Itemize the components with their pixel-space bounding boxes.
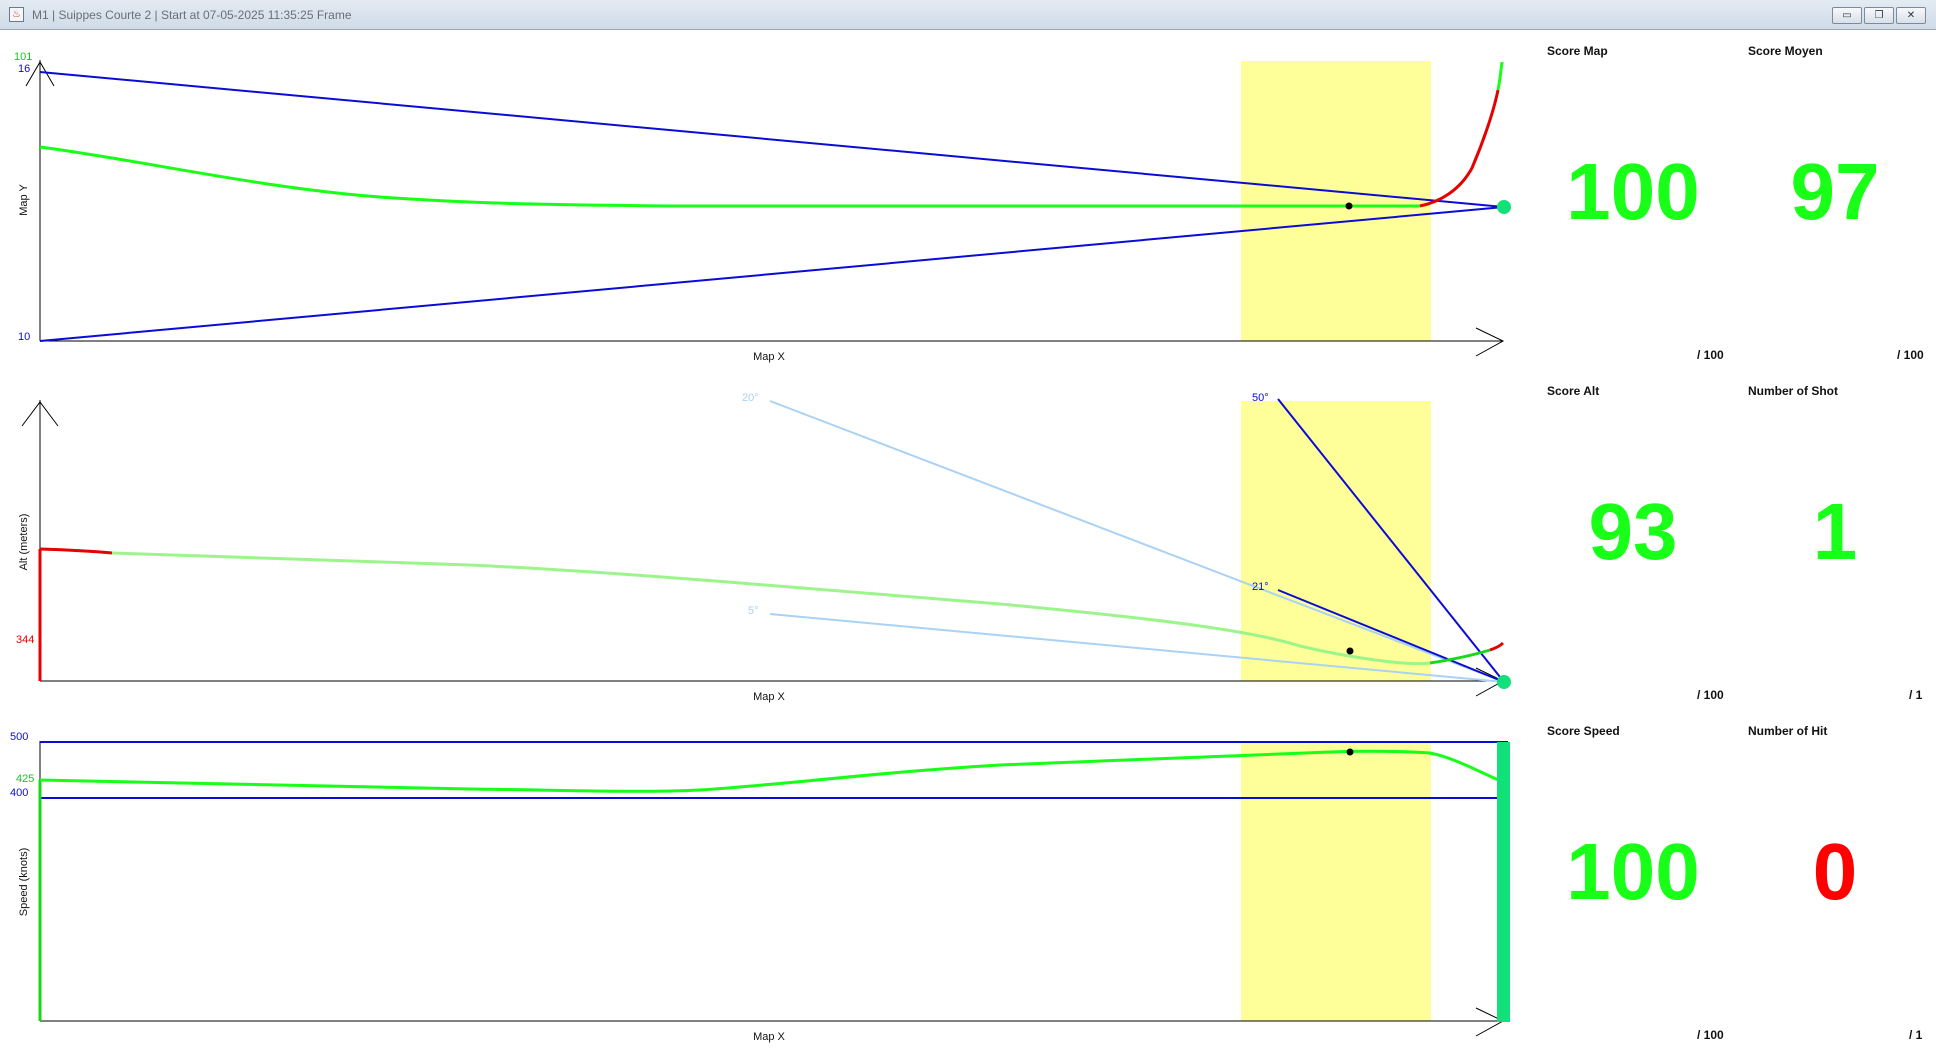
score-moyen-max: / 100 — [1897, 348, 1924, 362]
speed-x-axis-label: Map X — [753, 1031, 785, 1043]
speed-window-zone — [1241, 741, 1431, 1021]
alt-angle-label-21: 21° — [1252, 581, 1269, 593]
map-plot: 101 16 10 Map Y Map X — [14, 51, 1511, 363]
map-window-zone — [1241, 61, 1431, 341]
speed-current-label: 425 — [16, 773, 34, 785]
score-moyen-value: 97 — [1790, 147, 1880, 236]
number-of-hit-value: 0 — [1812, 827, 1858, 916]
score-alt-title: Score Alt — [1547, 384, 1600, 398]
map-x-axis-label: Map X — [753, 351, 785, 363]
map-y-top-label: 101 — [14, 51, 32, 63]
close-icon: ✕ — [1906, 10, 1916, 21]
speed-target-bar — [1497, 742, 1510, 1022]
alt-trajectory-past — [111, 551, 1431, 666]
score-speed-value: 100 — [1566, 827, 1700, 916]
close-button[interactable]: ✕ — [1896, 7, 1926, 24]
window-titlebar: ♨ M1 | Suippes Courte 2 | Start at 07-05… — [0, 0, 1936, 30]
speed-lower-limit-label: 400 — [10, 787, 28, 799]
score-speed-title: Score Speed — [1547, 724, 1620, 738]
number-of-shot-title: Number of Shot — [1748, 384, 1838, 398]
map-trajectory-bad — [1419, 89, 1500, 208]
alt-angle-label-50: 50° — [1252, 392, 1269, 404]
speed-aircraft-marker — [1346, 748, 1354, 756]
restore-button[interactable]: ❐ — [1864, 7, 1894, 24]
alt-aircraft-marker — [1346, 647, 1354, 655]
alt-angle-label-5: 5° — [748, 605, 759, 617]
alt-target-dot — [1497, 675, 1511, 689]
minimize-icon: ▭ — [1842, 10, 1852, 21]
alt-y-axis-label: Alt (meters) — [18, 514, 30, 571]
score-moyen-title: Score Moyen — [1748, 44, 1823, 58]
map-target-dot — [1497, 200, 1511, 214]
minimize-button[interactable]: ▭ — [1832, 7, 1862, 24]
speed-plot: 500 425 400 Speed (knots) Map X — [10, 731, 1510, 1043]
number-of-shot-max: / 1 — [1909, 688, 1923, 702]
window-title: M1 | Suippes Courte 2 | Start at 07-05-2… — [32, 7, 352, 22]
map-trajectory-end — [1496, 61, 1504, 91]
alt-x-axis-label: Map X — [753, 691, 785, 703]
map-aircraft-marker — [1345, 202, 1353, 210]
plots-canvas: 101 16 10 Map Y Map X 20° 50° 21° 5° 344… — [10, 51, 1511, 1043]
map-y-top-label-2: 16 — [18, 63, 30, 75]
score-alt-max: / 100 — [1697, 688, 1724, 702]
score-alt-value: 93 — [1588, 487, 1678, 576]
number-of-hit-max: / 1 — [1909, 1028, 1923, 1042]
window-controls: ▭ ❐ ✕ — [1832, 7, 1926, 24]
map-trajectory-good — [39, 145, 1420, 208]
alt-angle-label-20: 20° — [742, 392, 759, 404]
map-x-axis-arrow — [1475, 327, 1505, 357]
score-speed-max: / 100 — [1697, 1028, 1724, 1042]
alt-trajectory-end — [1489, 641, 1505, 652]
score-map-value: 100 — [1566, 147, 1700, 236]
score-map-max: / 100 — [1697, 348, 1724, 362]
alt-trajectory-bad — [39, 547, 113, 555]
speed-upper-limit-label: 500 — [10, 731, 28, 743]
score-map-title: Score Map — [1547, 44, 1608, 58]
map-y-axis-label: Map Y — [18, 184, 30, 216]
alt-current-label: 344 — [16, 634, 34, 646]
map-y-bottom-label: 10 — [18, 331, 30, 343]
number-of-hit-title: Number of Hit — [1748, 724, 1828, 738]
java-app-icon: ♨ — [9, 7, 24, 22]
restore-icon: ❐ — [1874, 10, 1884, 21]
alt-plot: 20° 50° 21° 5° 344 Alt (meters) Map X — [16, 392, 1511, 703]
number-of-shot-value: 1 — [1812, 487, 1858, 576]
speed-y-axis-label: Speed (knots) — [18, 848, 30, 916]
